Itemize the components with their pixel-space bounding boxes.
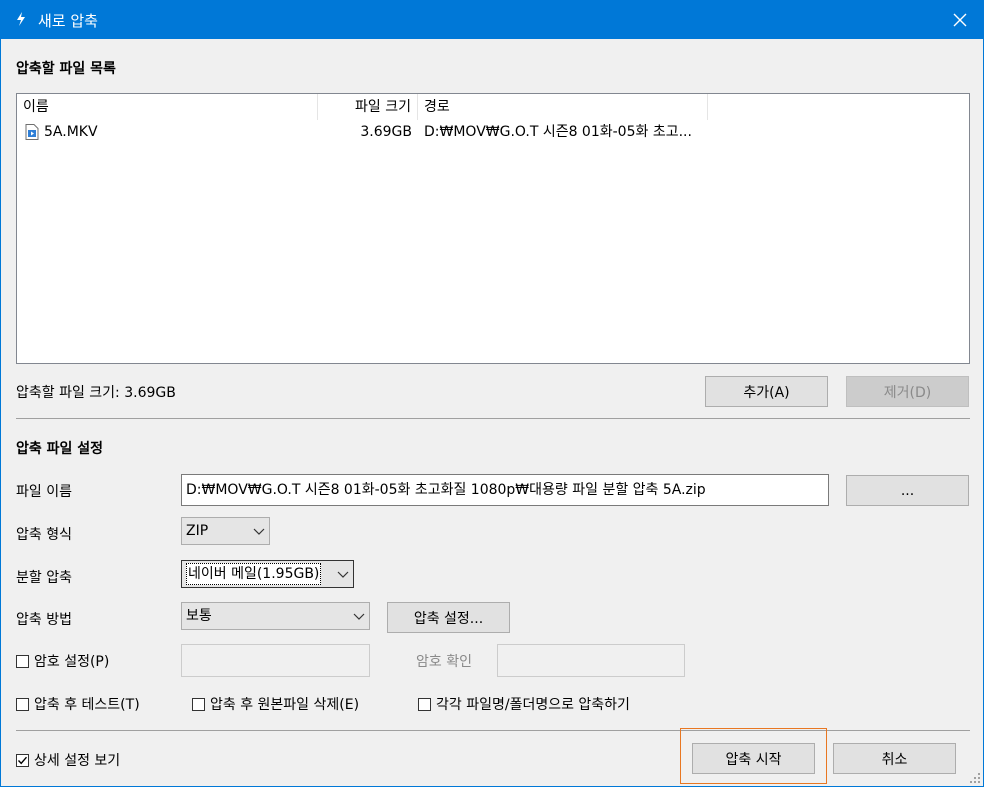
split-label: 분할 압축 [16, 570, 72, 586]
window-title: 새로 압축 [38, 12, 98, 30]
close-button[interactable] [937, 1, 983, 39]
password-input[interactable] [181, 644, 370, 677]
checkbox-box[interactable] [16, 697, 29, 711]
password-confirm-input[interactable] [497, 644, 685, 677]
close-icon [953, 13, 967, 27]
checkmark-icon [17, 756, 28, 764]
settings-section-title: 압축 파일 설정 [16, 441, 104, 457]
column-header-size[interactable]: 파일 크기 [318, 94, 418, 120]
start-compress-button[interactable]: 압축 시작 [692, 743, 815, 774]
chevron-down-icon [337, 571, 349, 578]
divider [16, 418, 970, 419]
delete-original-label: 압축 후 원본파일 삭제(E) [210, 697, 360, 713]
browse-button[interactable]: ... [846, 475, 969, 506]
method-settings-button[interactable]: 압축 설정... [387, 602, 510, 633]
method-value: 보통 [186, 608, 212, 624]
compress-dialog: 새로 압축 압축할 파일 목록 이름 파일 크기 경로 5A.MKV 3.69G… [0, 0, 984, 787]
checkbox-box[interactable] [16, 753, 29, 767]
column-header-name[interactable]: 이름 [17, 94, 318, 120]
file-size: 3.69GB [360, 124, 412, 140]
format-select[interactable]: ZIP [181, 517, 270, 545]
resize-grip-icon[interactable] [969, 772, 981, 784]
filename-label: 파일 이름 [16, 484, 72, 500]
each-separately-checkbox[interactable]: 각각 파일명/폴더명으로 압축하기 [418, 694, 630, 714]
cancel-button[interactable]: 취소 [833, 743, 956, 774]
title-bar[interactable]: 새로 압축 [1, 1, 983, 39]
remove-button[interactable]: 제거(D) [846, 376, 969, 407]
archive-app-icon [17, 12, 25, 26]
format-value: ZIP [186, 523, 209, 539]
file-name: 5A.MKV [44, 124, 98, 140]
method-label: 압축 방법 [16, 612, 72, 628]
delete-original-checkbox[interactable]: 압축 후 원본파일 삭제(E) [192, 694, 359, 714]
checkbox-box[interactable] [192, 697, 205, 711]
add-button[interactable]: 추가(A) [705, 376, 828, 407]
column-header-path[interactable]: 경로 [418, 94, 708, 120]
password-checkbox-label: 암호 설정(P) [34, 654, 110, 670]
video-file-icon [25, 124, 39, 140]
test-after-label: 압축 후 테스트(T) [34, 697, 140, 713]
split-select[interactable]: 네이버 메일(1.95GB) [181, 560, 354, 588]
split-value: 네이버 메일(1.95GB) [186, 563, 322, 585]
test-after-checkbox[interactable]: 압축 후 테스트(T) [16, 694, 140, 714]
password-checkbox[interactable]: 암호 설정(P) [16, 651, 109, 671]
file-list-header: 이름 파일 크기 경로 [17, 94, 969, 120]
format-label: 압축 형식 [16, 527, 72, 543]
chevron-down-icon [253, 528, 265, 535]
checkbox-box[interactable] [16, 654, 29, 668]
file-list[interactable]: 이름 파일 크기 경로 5A.MKV 3.69GB D:₩MOV₩G.O.T 시… [16, 93, 970, 364]
checkbox-box[interactable] [418, 697, 431, 711]
method-select[interactable]: 보통 [181, 602, 370, 630]
each-separately-label: 각각 파일명/폴더명으로 압축하기 [436, 697, 630, 713]
file-row[interactable]: 5A.MKV 3.69GB D:₩MOV₩G.O.T 시즌8 01화-05화 초… [17, 121, 969, 143]
show-details-checkbox[interactable]: 상세 설정 보기 [16, 750, 120, 770]
show-details-label: 상세 설정 보기 [34, 753, 121, 769]
filename-input[interactable]: D:₩MOV₩G.O.T 시즌8 01화-05화 초고화질 1080p₩대용량 … [181, 474, 829, 506]
chevron-down-icon [353, 613, 365, 620]
password-confirm-label: 암호 확인 [416, 654, 472, 670]
total-size-label: 압축할 파일 크기: 3.69GB [16, 385, 176, 401]
file-path: D:₩MOV₩G.O.T 시즌8 01화-05화 초고... [424, 124, 692, 140]
file-list-section-title: 압축할 파일 목록 [16, 61, 116, 77]
